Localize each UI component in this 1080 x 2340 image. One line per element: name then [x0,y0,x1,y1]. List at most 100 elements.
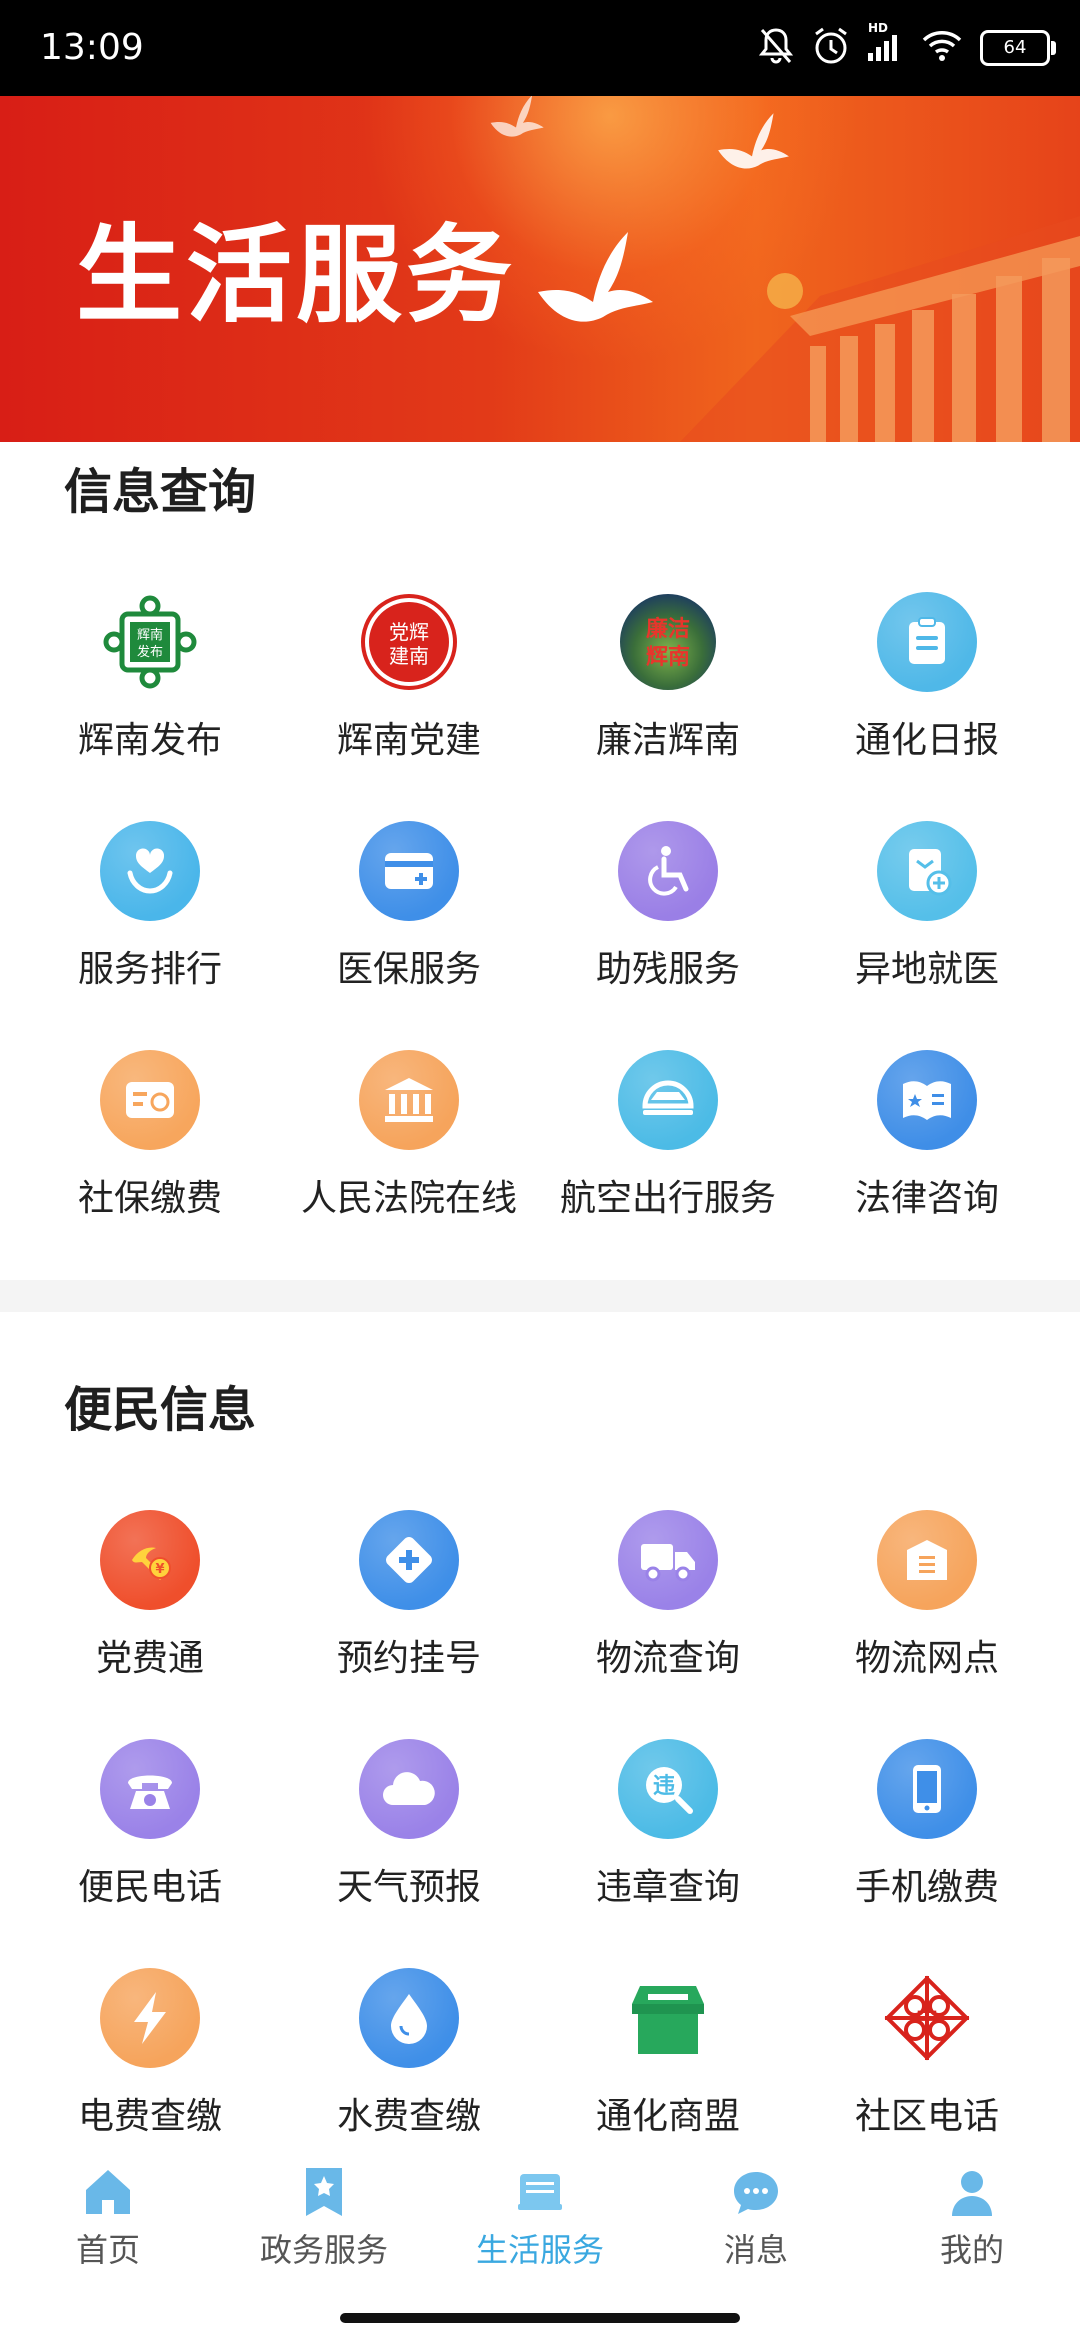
mute-bell-icon [758,26,794,70]
item-label: 手机缴费 [854,1867,999,1908]
svg-text:党辉: 党辉 [389,620,429,644]
nav-item-1[interactable]: 首页 [0,2164,216,2272]
violation-search-icon: 违 [618,1739,718,1839]
nav-item-2[interactable]: 政务服务 [216,2164,432,2272]
law-book-icon [877,1050,977,1150]
nav-label: 生活服务 [475,2231,604,2269]
info-query-item-11[interactable]: 航空出行服务 [538,1050,798,1240]
svg-text:中: 中 [916,2006,938,2032]
section-title-convenience-info: 便民信息 [64,1382,257,1438]
info-query-item-4[interactable]: 通化日报 [797,592,1057,782]
item-label: 助残服务 [595,949,740,990]
clipboard-icon [877,592,977,692]
item-label: 水费查缴 [336,2096,481,2137]
party-fee-icon: ¥ [100,1510,200,1610]
battery-indicator: 64 [980,30,1056,66]
info-query-item-5[interactable]: 服务排行 [20,821,280,1011]
item-label: 违章查询 [595,1867,740,1908]
home-icon [80,2164,136,2220]
home-indicator[interactable] [340,2313,740,2323]
cloud-icon [359,1739,459,1839]
info-query-item-3[interactable]: 廉洁 辉南 廉洁辉南 [538,592,798,782]
info-query-item-2[interactable]: 党辉 建南 辉南党建 [279,592,539,782]
courthouse-icon [359,1050,459,1150]
party-building-seal-icon: 党辉 建南 [359,592,459,692]
convenience-item-4[interactable]: 物流网点 [797,1510,1057,1700]
item-label: 人民法院在线 [300,1178,517,1219]
info-query-item-12[interactable]: 法律咨询 [797,1050,1057,1240]
info-query-item-9[interactable]: 社保缴费 [20,1050,280,1240]
transfer-doc-icon [877,821,977,921]
info-query-item-1[interactable]: 辉南 发布 辉南发布 [20,592,280,782]
dove-icon [712,106,792,180]
chat-bubble-icon [728,2164,784,2220]
nav-item-3[interactable]: 生活服务 [432,2164,648,2272]
item-label: 物流查询 [595,1638,740,1679]
dove-icon [528,222,658,336]
info-query-item-8[interactable]: 异地就医 [797,821,1057,1011]
water-drop-icon [359,1968,459,2068]
convenience-item-1[interactable]: ¥ 党费通 [20,1510,280,1700]
item-label: 辉南党建 [336,720,481,761]
bottom-navigation: 首页 政务服务 生活服务 消息 我的 [0,2150,1080,2340]
convenience-item-11[interactable]: 通化商盟 [538,1968,798,2158]
item-label: 通化商盟 [595,2096,740,2137]
section-divider [0,1280,1080,1312]
convenience-item-2[interactable]: 预约挂号 [279,1510,539,1700]
airplane-icon [618,1050,718,1150]
network-type: HD [868,21,889,35]
nav-item-5[interactable]: 我的 [864,2164,1080,2272]
nav-label: 消息 [723,2231,788,2269]
item-label: 社保缴费 [77,1178,222,1219]
convenience-item-9[interactable]: 电费查缴 [20,1968,280,2158]
item-label: 党费通 [95,1638,204,1679]
status-bar: 13:09 HD 64 [0,0,1080,96]
banner: 生活服务 [0,96,1080,442]
user-icon [944,2164,1000,2220]
medical-card-icon [359,821,459,921]
truck-icon [618,1510,718,1610]
convenience-item-10[interactable]: 水费查缴 [279,1968,539,2158]
nav-item-4[interactable]: 消息 [648,2164,864,2272]
nav-label: 政务服务 [259,2231,388,2269]
svg-text:廉洁: 廉洁 [646,616,690,642]
nav-label: 首页 [75,2231,140,2269]
item-label: 预约挂号 [336,1638,481,1679]
mobile-phone-icon [877,1739,977,1839]
svg-text:辉南: 辉南 [137,627,163,643]
shop-box-icon [877,1510,977,1610]
great-hall-illustration [680,196,1080,442]
convenience-item-8[interactable]: 手机缴费 [797,1739,1057,1929]
convenience-item-5[interactable]: 便民电话 [20,1739,280,1929]
status-icons: HD 64 [758,21,1056,74]
svg-text:发布: 发布 [137,644,163,660]
clean-huinan-logo-icon: 廉洁 辉南 [618,592,718,692]
svg-text:¥: ¥ [155,1562,164,1577]
info-query-item-6[interactable]: 医保服务 [279,821,539,1011]
item-label: 通化日报 [854,720,999,761]
item-label: 电费查缴 [77,2096,222,2137]
community-knot-icon: 中 [877,1968,977,2068]
info-query-item-7[interactable]: 助残服务 [538,821,798,1011]
banner-title: 生活服务 [76,214,516,337]
huinan-release-logo-icon: 辉南 发布 [100,592,200,692]
wifi-icon [922,30,962,66]
convenience-item-3[interactable]: 物流查询 [538,1510,798,1700]
convenience-item-7[interactable]: 违违章查询 [538,1739,798,1929]
item-label: 医保服务 [336,949,481,990]
convenience-item-6[interactable]: 天气预报 [279,1739,539,1929]
svg-text:辉南: 辉南 [646,644,690,670]
social-security-card-icon [100,1050,200,1150]
item-label: 廉洁辉南 [595,720,740,761]
section-title-info-query: 信息查询 [64,464,257,520]
alarm-icon [812,26,850,70]
item-label: 异地就医 [854,949,999,990]
info-query-item-10[interactable]: 人民法院在线 [279,1050,539,1240]
wheelchair-icon [618,821,718,921]
convenience-item-12[interactable]: 中社区电话 [797,1968,1057,2158]
telephone-icon [100,1739,200,1839]
item-label: 辉南发布 [77,720,222,761]
item-label: 天气预报 [336,1867,481,1908]
status-time: 13:09 [40,27,144,68]
svg-text:违: 违 [653,1773,675,1799]
